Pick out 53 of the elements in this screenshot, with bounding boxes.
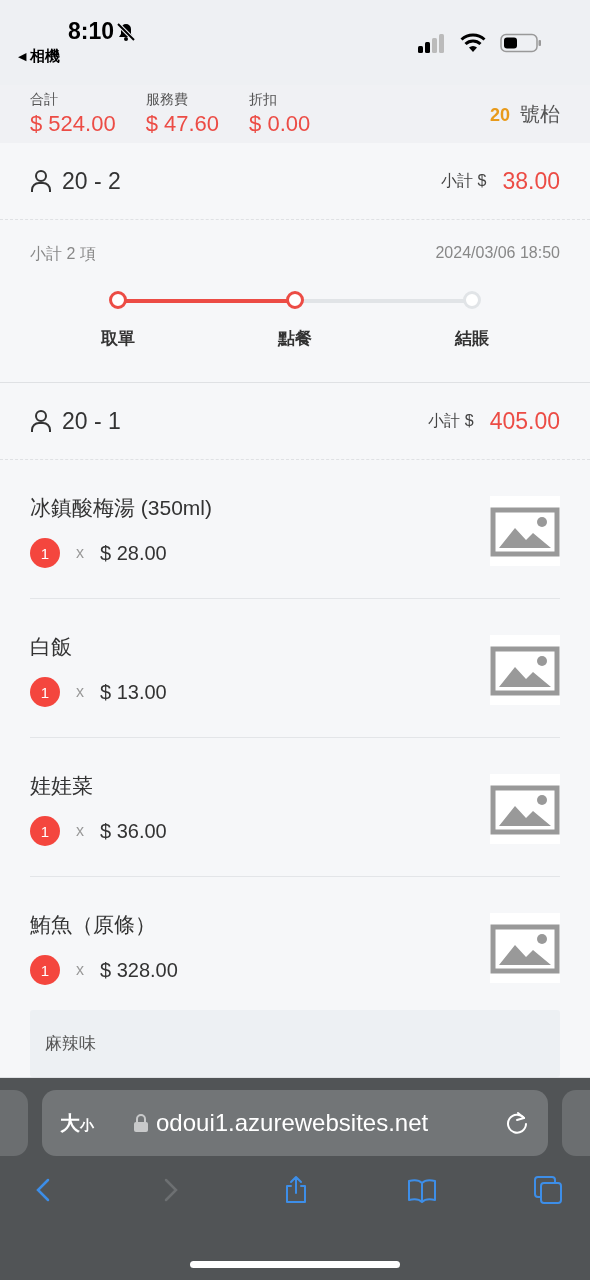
- item-count: 小計 2 項: [30, 244, 96, 264]
- guest-label: 20 - 1: [62, 407, 122, 435]
- step-label: 點餐: [278, 328, 312, 350]
- step-label: 取單: [101, 328, 135, 350]
- quantity-badge: 1: [30, 955, 60, 985]
- item-name: 冰鎮酸梅湯 (350ml): [30, 495, 214, 521]
- total-label: 服務費: [145, 91, 189, 109]
- text-size-button[interactable]: 大小: [60, 1109, 94, 1137]
- subtotal-amount: 38.00: [502, 167, 560, 195]
- wifi-icon: [460, 33, 486, 53]
- item-note: 麻辣味: [30, 1010, 560, 1077]
- item-name: 鮪魚（原條）: [30, 912, 157, 938]
- times-sign: x: [76, 544, 84, 562]
- item-price: $ 328.00: [100, 958, 178, 982]
- times-sign: x: [76, 683, 84, 701]
- times-sign: x: [76, 961, 84, 979]
- quantity-badge: 1: [30, 677, 60, 707]
- subtotal-amount: 405.00: [489, 407, 560, 435]
- item-name: 白飯: [30, 634, 73, 660]
- quantity-badge: 1: [30, 816, 60, 846]
- step-label: 結賬: [455, 328, 489, 350]
- tabs-icon: [532, 1174, 564, 1206]
- subtotal-label: 小計 $: [428, 410, 474, 431]
- total-amount: $ 0.00: [249, 111, 311, 137]
- table-number: 20: [489, 104, 510, 126]
- image-placeholder-icon: [490, 913, 560, 983]
- total-label: 合計: [30, 91, 59, 109]
- image-placeholder-icon: [490, 774, 560, 844]
- reload-icon[interactable]: [504, 1110, 530, 1136]
- clock-time: 8:10: [68, 18, 115, 45]
- total-amount: $ 524.00: [30, 111, 116, 137]
- person-icon: [30, 409, 52, 433]
- image-placeholder-icon: [490, 496, 560, 566]
- subtotal-label: 小計 $: [441, 170, 487, 191]
- item-price: $ 13.00: [100, 680, 167, 704]
- total-label: 折扣: [249, 91, 279, 109]
- signal-icon: [418, 33, 446, 53]
- item-price: $ 36.00: [100, 819, 167, 843]
- item-name: 娃娃菜: [30, 773, 94, 799]
- person-icon: [30, 169, 52, 193]
- url-text: odoui1.azurewebsites.net: [156, 1109, 429, 1137]
- guest-label: 20 - 2: [62, 167, 122, 195]
- image-placeholder-icon: [490, 635, 560, 705]
- total-amount: $ 47.60: [145, 111, 220, 137]
- lock-icon: [134, 1114, 148, 1132]
- order-time: 2024/03/06 18:50: [435, 244, 560, 263]
- table-label: 號枱: [520, 101, 560, 127]
- address-bar[interactable]: 大小 odoui1.azurewebsites.net: [42, 1090, 548, 1156]
- battery-icon: [500, 33, 542, 53]
- quantity-badge: 1: [30, 538, 60, 568]
- back-to-app-link[interactable]: ◀ 相機: [18, 47, 137, 66]
- item-price: $ 28.00: [100, 541, 167, 565]
- times-sign: x: [76, 822, 84, 840]
